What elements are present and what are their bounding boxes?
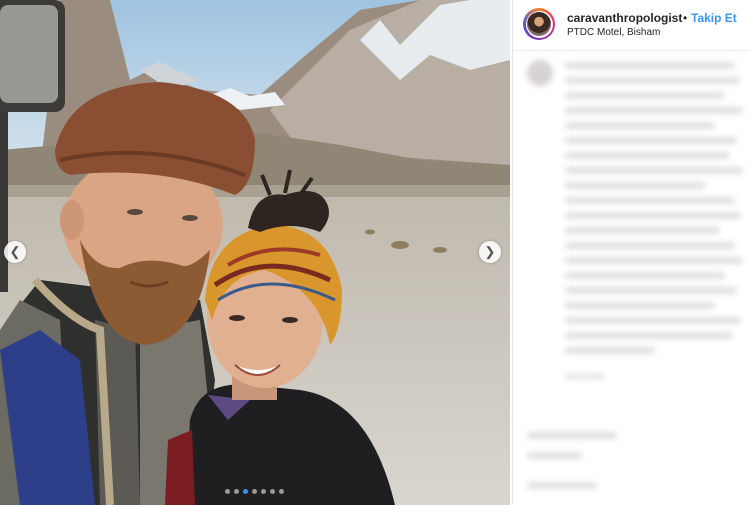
avatar[interactable] [523, 8, 555, 40]
chevron-left-icon: ❮ [9, 244, 21, 259]
chevron-right-icon: ❯ [484, 244, 496, 259]
carousel-dot [270, 489, 275, 494]
carousel-dot [243, 489, 248, 494]
blurred-comments [513, 52, 750, 505]
carousel-dot [279, 489, 284, 494]
username-link[interactable]: caravanthropologist [567, 11, 682, 25]
post-photo[interactable]: ❮ ❯ [0, 0, 510, 505]
post-header: caravanthropologist • Takip Et PTDC Mote… [513, 0, 750, 51]
carousel-indicator [225, 489, 284, 494]
separator-dot: • [683, 11, 688, 25]
post-sidebar: caravanthropologist • Takip Et PTDC Mote… [512, 0, 750, 505]
carousel-next-button[interactable]: ❯ [479, 241, 501, 263]
carousel-dot [234, 489, 239, 494]
selfie-image [0, 0, 510, 505]
carousel-dot [261, 489, 266, 494]
location-link[interactable]: PTDC Motel, Bisham [567, 27, 660, 38]
follow-button[interactable]: Takip Et [691, 11, 737, 25]
profile-picture [527, 12, 551, 36]
carousel-dot [252, 489, 257, 494]
carousel-dot [225, 489, 230, 494]
commenter-avatar [527, 60, 553, 86]
carousel-prev-button[interactable]: ❮ [4, 241, 26, 263]
